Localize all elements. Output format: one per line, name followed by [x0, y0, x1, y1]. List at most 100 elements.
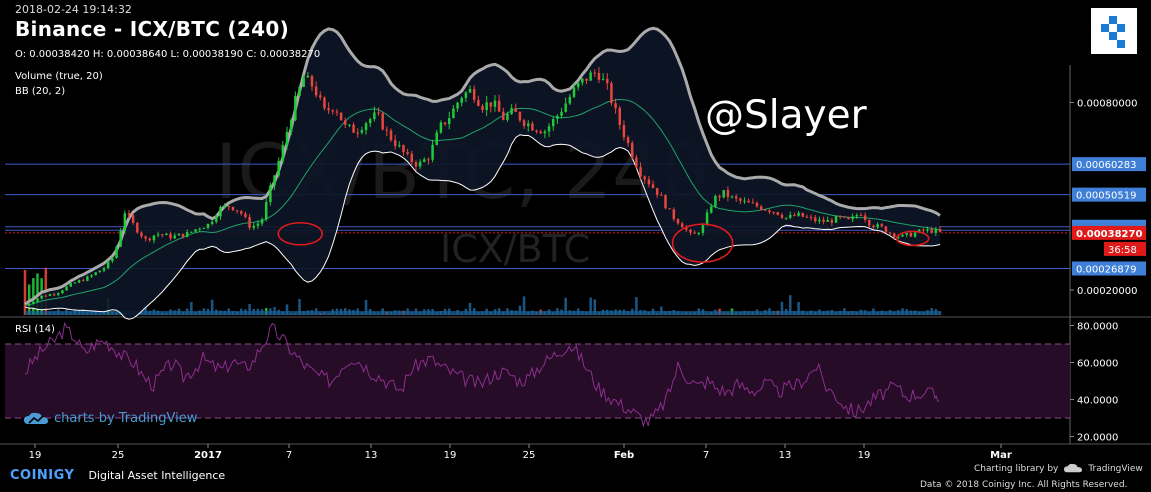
candle-body — [77, 280, 81, 283]
candle-body — [597, 72, 601, 80]
candle-body — [240, 211, 243, 214]
x-tick-label: Feb — [614, 450, 634, 461]
rsi-y-tick-label: 20.0000 — [1077, 432, 1118, 443]
candle-body — [647, 179, 651, 185]
candle-body — [360, 130, 364, 133]
candle-body — [880, 224, 884, 227]
candle-body — [527, 123, 530, 126]
candle-body — [314, 86, 318, 96]
candle-body — [876, 224, 879, 228]
candle-body — [123, 213, 127, 231]
candle-body — [144, 236, 147, 239]
candle-body — [560, 111, 563, 116]
x-tick-label: 19 — [858, 450, 871, 461]
candle-body — [344, 120, 347, 125]
candle-body — [468, 88, 472, 93]
candle-body — [755, 203, 759, 207]
candle-body — [452, 108, 455, 119]
x-tick-label: 13 — [365, 450, 378, 461]
candle-body — [672, 209, 676, 220]
candle-body — [789, 214, 792, 218]
candle-body — [809, 217, 813, 219]
volume-indicator-label[interactable]: Volume (true, 20) — [15, 71, 103, 82]
candle-body — [826, 220, 829, 222]
candle-body — [210, 221, 214, 224]
candle-body — [905, 233, 908, 235]
candle-body — [198, 228, 201, 230]
candle-body — [219, 206, 222, 217]
candle-body — [456, 102, 459, 109]
candle-body — [460, 98, 463, 103]
candle-body — [273, 175, 276, 186]
candle-body — [319, 95, 322, 98]
candle-body — [127, 213, 131, 216]
candle-body — [447, 118, 451, 125]
candle-body — [443, 122, 447, 125]
candle-body — [884, 226, 888, 233]
charting-library-text: Charting library by — [974, 463, 1059, 474]
copyright: Data © 2018 Coinigy Inc. All Rights Rese… — [920, 480, 1128, 490]
candle-body — [593, 72, 597, 74]
candle-body — [302, 77, 305, 87]
countdown-label: 36:58 — [1108, 245, 1137, 256]
candle-body — [926, 229, 929, 231]
candle-body — [431, 144, 434, 160]
candle-body — [930, 229, 933, 233]
candle-body — [185, 232, 189, 237]
candle-body — [668, 208, 671, 210]
candle-body — [264, 201, 268, 220]
candle-body — [606, 78, 609, 84]
charting-library-credit[interactable]: Charting library by TradingView — [974, 463, 1143, 474]
candle-body — [714, 195, 717, 207]
candle-body — [435, 132, 438, 145]
candle-body — [48, 294, 52, 296]
candle-body — [57, 293, 60, 295]
tradingview-watermark-text: charts by TradingView — [54, 411, 198, 426]
candle-body — [818, 219, 821, 222]
candle-body — [859, 215, 863, 217]
volume-base — [25, 311, 940, 315]
current-price-label: 0.00038270 — [1076, 229, 1142, 240]
candle-body — [901, 234, 904, 237]
candle-body — [86, 276, 89, 281]
candle-body — [215, 216, 218, 222]
bollinger-bands — [24, 26, 941, 320]
slayer-annotation: @Slayer — [705, 93, 867, 138]
candle-body — [136, 222, 139, 233]
rsi-indicator-label[interactable]: RSI (14) — [15, 324, 55, 335]
candle-body — [381, 113, 384, 130]
candle-body — [427, 159, 430, 161]
coinigy-brand: COINIGY Digital Asset Intelligence — [10, 468, 225, 483]
candle-body — [306, 75, 310, 78]
candle-body — [281, 145, 285, 161]
candle-body — [651, 184, 655, 189]
candle-body — [710, 206, 713, 213]
candle-body — [793, 214, 796, 216]
candle-body — [44, 295, 48, 297]
candle-body — [310, 75, 314, 87]
candle-body — [772, 212, 775, 214]
candle-body — [626, 137, 630, 144]
level-price-label: 0.00050519 — [1076, 191, 1136, 202]
candle-body — [776, 212, 780, 215]
tradingview-watermark[interactable]: charts by TradingView — [24, 411, 197, 426]
tradingview-cloud-icon — [24, 412, 48, 424]
rsi-band — [5, 344, 1070, 418]
candle-body — [518, 111, 522, 121]
candle-body — [913, 232, 917, 237]
candle-body — [838, 216, 842, 218]
candle-body — [630, 143, 634, 158]
candle-body — [801, 212, 804, 217]
candle-body — [148, 238, 152, 241]
candle-body — [693, 232, 696, 234]
bb-indicator-label[interactable]: BB (20, 2) — [15, 86, 65, 97]
y-tick-label: 0.00080000 — [1077, 99, 1137, 110]
candle-body — [102, 268, 106, 271]
candle-body — [493, 100, 497, 107]
candle-body — [398, 145, 401, 147]
candle-body — [622, 125, 626, 138]
candle-body — [69, 283, 72, 287]
candle-body — [872, 225, 875, 228]
x-tick-label: 19 — [29, 450, 42, 461]
candle-body — [805, 216, 809, 218]
